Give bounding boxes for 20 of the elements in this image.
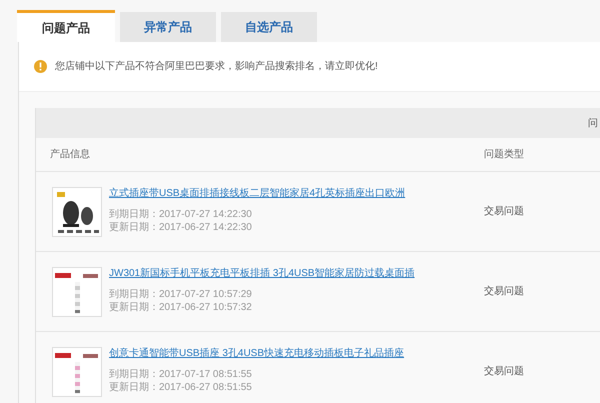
product-link[interactable]: JW301新国标手机平板充电平板排插 3孔4USB智能家居防过载桌面插 [109,266,425,280]
issue-type: 交易问题 [484,364,524,379]
column-header: 产品信息 [49,148,91,162]
update-date: 更新日期：2017-06-27 10:57:32 [109,300,253,314]
tab[interactable]: 问题产品 [17,10,115,42]
tab[interactable]: 自选产品 [221,12,317,42]
expire-date: 到期日期：2017-07-27 10:57:29 [109,288,253,300]
warning-icon [34,60,47,73]
expire-date: 到期日期：2017-07-27 14:22:30 [109,208,253,220]
update-date: 更新日期：2017-06-27 14:22:30 [109,220,253,234]
issue-type: 交易问题 [484,284,524,299]
update-date: 更新日期：2017-06-27 08:51:55 [109,380,253,394]
tab[interactable]: 异常产品 [120,12,216,42]
product-link[interactable]: 创意卡通智能带USB插座 3孔4USB快速充电移动插板电子礼品插座 [109,346,425,360]
issue-type: 交易问题 [484,204,524,219]
product-link[interactable]: 立式插座带USB桌面排插接线板二层智能家居4孔英标插座出口欧洲 [109,186,425,200]
notice-text: 您店铺中以下产品不符合阿里巴巴要求，影响产品搜索排名，请立即优化! [55,60,378,74]
column-header: 问 [588,116,598,130]
expire-date: 到期日期：2017-07-17 08:51:55 [109,368,253,380]
column-header: 问题类型 [484,148,524,162]
